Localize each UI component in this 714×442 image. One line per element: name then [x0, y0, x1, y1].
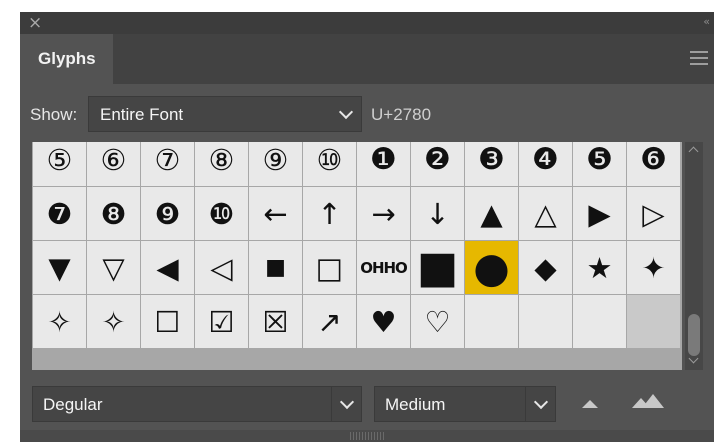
- glyph-cell[interactable]: ◀: [141, 241, 194, 294]
- glyph-cell[interactable]: ❺: [573, 142, 626, 186]
- font-family-dropdown[interactable]: Degular: [32, 386, 362, 422]
- glyph-cell[interactable]: ❽: [87, 187, 140, 240]
- glyph-cell[interactable]: ❸: [465, 142, 518, 186]
- glyph-cell[interactable]: ■: [249, 241, 302, 294]
- glyph-cell[interactable]: ◆: [519, 241, 572, 294]
- panel-resize-bar[interactable]: [20, 430, 714, 442]
- glyph-cell[interactable]: ✦: [627, 241, 680, 294]
- grid-scrollbar[interactable]: [685, 142, 703, 370]
- tab-strip: Glyphs: [20, 34, 714, 84]
- glyph-cell[interactable]: ❻: [627, 142, 680, 186]
- glyph-cell[interactable]: ✧: [87, 295, 140, 348]
- glyph-cell[interactable]: ❶: [357, 142, 410, 186]
- glyph-cell[interactable]: ❹: [519, 142, 572, 186]
- glyph-grid: ⑤ ⑥ ⑦ ⑧ ⑨ ⑩ ❶ ❷ ❸ ❹ ❺ ❻ ❼ ❽ ❾ ❿ ← ↑ → ↓ ▲ △ ▶ ▷ ▼ ▽ ◀ ◁ ■ □ ОННО ■ ● ◆ ★ ✦ ✧…: [32, 142, 682, 370]
- glyph-cell[interactable]: ✧: [33, 295, 86, 348]
- show-dropdown-value: Entire Font: [100, 105, 184, 124]
- glyph-cell[interactable]: ❿: [195, 187, 248, 240]
- glyph-cell[interactable]: ▽: [87, 241, 140, 294]
- glyph-cell[interactable]: ♡: [411, 295, 464, 348]
- glyph-cell[interactable]: ☑: [195, 295, 248, 348]
- glyph-cell[interactable]: ↑: [303, 187, 356, 240]
- chevron-down-icon: [338, 104, 354, 120]
- glyph-cell[interactable]: ▼: [33, 241, 86, 294]
- font-family-value: Degular: [43, 395, 103, 414]
- font-style-value: Medium: [385, 395, 446, 414]
- glyph-cell[interactable]: ⑦: [141, 142, 194, 186]
- tab-glyphs[interactable]: Glyphs: [20, 34, 113, 84]
- glyph-cell[interactable]: △: [519, 187, 572, 240]
- glyph-cell[interactable]: ▲: [465, 187, 518, 240]
- glyph-cell[interactable]: ▷: [627, 187, 680, 240]
- scrollbar-thumb[interactable]: [688, 314, 700, 356]
- glyph-cell[interactable]: ⑤: [33, 142, 86, 186]
- panel-menu-icon[interactable]: [690, 51, 708, 65]
- glyph-cell[interactable]: ⑥: [87, 142, 140, 186]
- panel-titlebar: × ‹‹: [20, 12, 714, 34]
- glyph-cell[interactable]: ⑩: [303, 142, 356, 186]
- glyph-cell[interactable]: □: [303, 241, 356, 294]
- unicode-codepoint: U+2780: [371, 105, 432, 124]
- glyph-cell[interactable]: ❾: [141, 187, 194, 240]
- glyph-cell[interactable]: ♥: [357, 295, 410, 348]
- scroll-up-icon[interactable]: [688, 146, 699, 157]
- glyph-cell-empty[interactable]: [627, 295, 680, 348]
- glyph-cell[interactable]: →: [357, 187, 410, 240]
- glyph-cell[interactable]: ❷: [411, 142, 464, 186]
- zoom-out-icon[interactable]: [582, 398, 598, 408]
- glyph-cell[interactable]: ▶: [573, 187, 626, 240]
- glyph-cell-empty[interactable]: [465, 295, 518, 348]
- close-icon[interactable]: ×: [28, 13, 42, 33]
- zoom-in-icon[interactable]: [632, 394, 664, 408]
- chevron-down-icon: [339, 394, 355, 410]
- glyph-cell[interactable]: ◁: [195, 241, 248, 294]
- glyph-cell-empty[interactable]: [519, 295, 572, 348]
- show-dropdown[interactable]: Entire Font: [88, 96, 362, 132]
- glyph-cell-empty[interactable]: [573, 295, 626, 348]
- glyph-cell[interactable]: ⑧: [195, 142, 248, 186]
- glyph-cell[interactable]: ❼: [33, 187, 86, 240]
- collapse-icon[interactable]: ‹‹: [703, 15, 710, 29]
- glyph-cell[interactable]: ★: [573, 241, 626, 294]
- chevron-down-icon: [533, 394, 549, 410]
- glyph-cell[interactable]: ☒: [249, 295, 302, 348]
- glyph-cell[interactable]: ⑨: [249, 142, 302, 186]
- glyph-cell[interactable]: ←: [249, 187, 302, 240]
- glyph-cell[interactable]: ↓: [411, 187, 464, 240]
- glyph-cell[interactable]: ■: [411, 241, 464, 294]
- glyph-cell[interactable]: ОННО: [357, 241, 410, 294]
- resize-grip-icon[interactable]: [350, 432, 384, 440]
- glyph-cell[interactable]: ↗: [303, 295, 356, 348]
- glyphs-panel: × ‹‹ Glyphs Show: Entire Font U+2780 ⑤⑥⑦…: [20, 12, 714, 442]
- show-label: Show:: [30, 105, 78, 124]
- glyph-cell[interactable]: ●: [465, 241, 518, 294]
- font-style-dropdown[interactable]: Medium: [374, 386, 556, 422]
- glyph-cell[interactable]: ☐: [141, 295, 194, 348]
